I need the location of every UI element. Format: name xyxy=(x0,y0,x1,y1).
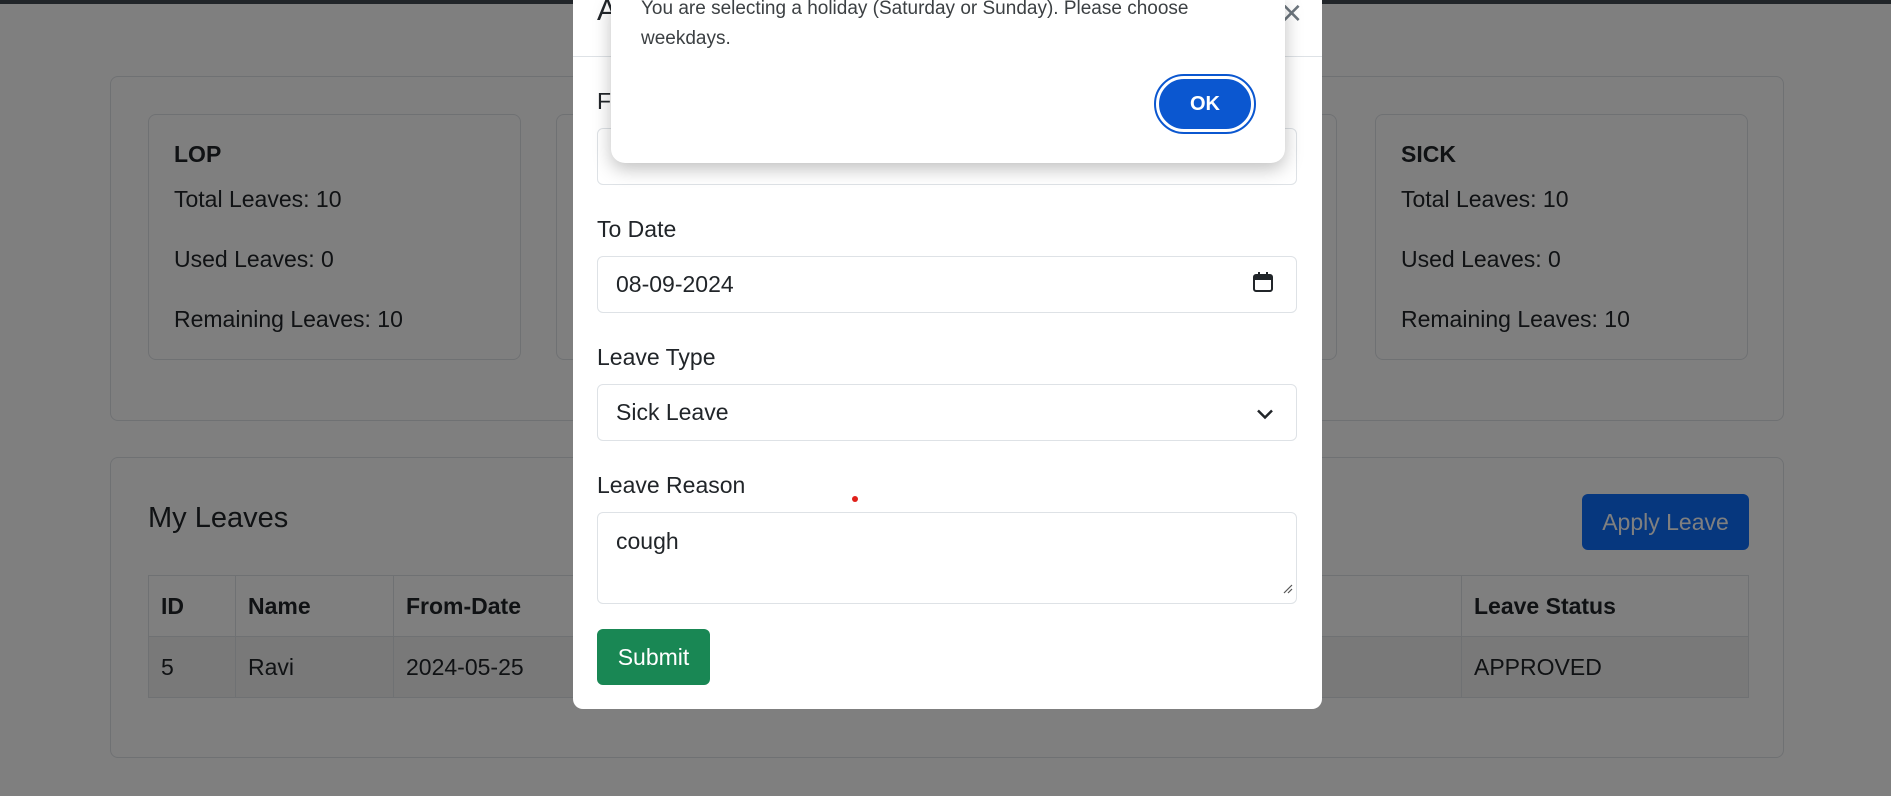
leave-reason-label: Leave Reason xyxy=(597,472,746,498)
leave-type-select[interactable]: Sick Leave xyxy=(597,384,1297,441)
resize-grip-icon[interactable] xyxy=(1281,573,1293,600)
page: LOP Total Leaves: 10 Used Leaves: 0 Rema… xyxy=(0,0,1891,796)
submit-button[interactable]: Submit xyxy=(597,629,710,685)
to-date-value: 08-09-2024 xyxy=(616,271,734,297)
leave-type-label: Leave Type xyxy=(597,344,716,370)
leave-reason-value: cough xyxy=(616,528,679,554)
holiday-alert-dialog: You are selecting a holiday (Saturday or… xyxy=(611,0,1285,163)
leave-type-value: Sick Leave xyxy=(616,399,729,425)
calendar-icon[interactable] xyxy=(1252,271,1274,299)
to-date-label: To Date xyxy=(597,216,677,242)
cursor-dot xyxy=(852,496,858,502)
alert-message: You are selecting a holiday (Saturday or… xyxy=(641,0,1189,49)
to-date-input[interactable]: 08-09-2024 xyxy=(597,256,1297,313)
ok-button[interactable]: OK xyxy=(1154,74,1256,134)
chevron-down-icon xyxy=(1256,399,1274,426)
leave-reason-textarea[interactable]: cough xyxy=(597,512,1297,604)
